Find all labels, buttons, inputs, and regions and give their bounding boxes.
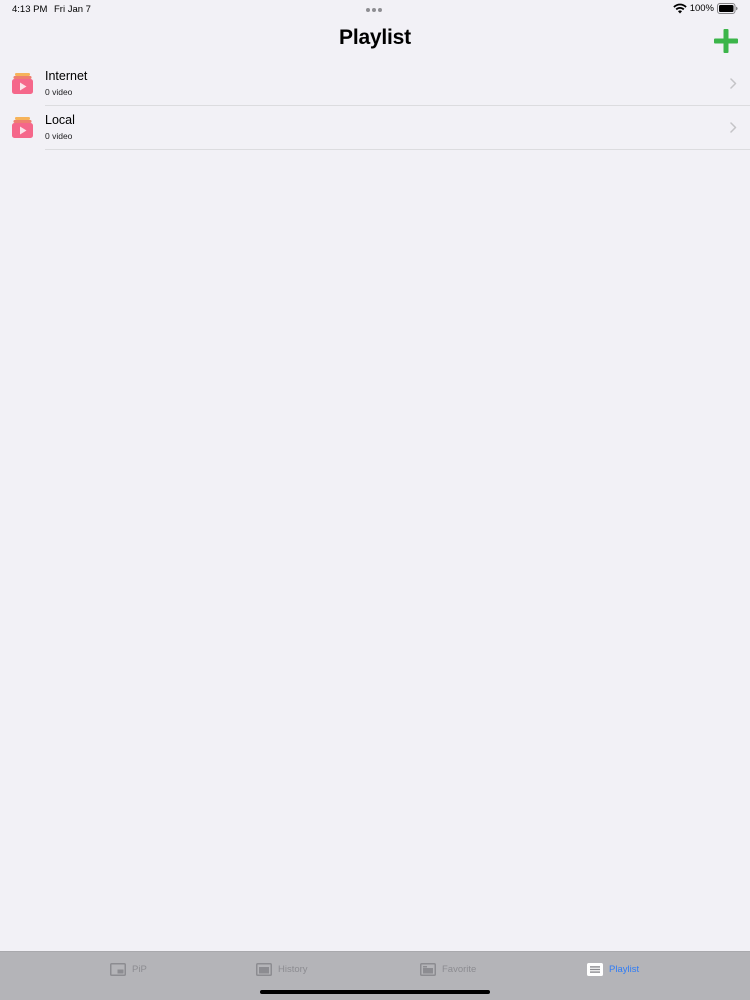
tab-favorite[interactable]: Favorite [420,963,476,976]
status-indicators: 100% [672,3,738,14]
status-date: Fri Jan 7 [54,4,91,15]
page-title: Playlist [339,26,411,49]
playlist-title: Internet [45,69,88,83]
tab-bar: PiP History Favorite Playlist [0,951,750,1000]
battery-percentage: 100% [689,3,714,14]
home-indicator[interactable] [260,990,490,994]
status-time: 4:13 PM [12,4,48,15]
list-item-local[interactable]: Local 0 video [0,106,750,150]
tab-label: Favorite [442,964,477,975]
tab-label: Playlist [609,964,640,975]
status-bar: 4:13 PM Fri Jan 7 100% [0,0,750,20]
wifi-icon [672,3,687,14]
list-item-internet[interactable]: Internet 0 video [0,62,750,106]
tab-playlist[interactable]: Playlist [587,963,639,976]
chevron-right-icon [730,122,737,133]
playlist-icon [587,963,603,976]
history-icon [256,963,272,976]
multitasking-dots-icon[interactable] [366,8,382,12]
playlist-video-count: 0 video [45,87,73,97]
row-divider [45,149,750,150]
plus-icon [714,29,738,53]
video-folder-icon [11,116,34,139]
tab-label: PiP [132,964,147,975]
app-screen: 4:13 PM Fri Jan 7 100% Playlist Internet… [0,0,750,1000]
playlist-video-count: 0 video [45,131,73,141]
chevron-right-icon [730,78,737,89]
tab-pip[interactable]: PiP [110,963,147,976]
playlist-list: Internet 0 video Local 0 video [0,62,750,150]
video-folder-icon [11,72,34,95]
playlist-title: Local [45,113,75,127]
battery-icon [717,3,738,14]
favorite-icon [420,963,436,976]
add-playlist-button[interactable] [713,28,739,54]
pip-icon [110,963,126,976]
tab-label: History [278,964,308,975]
tab-history[interactable]: History [256,963,308,976]
